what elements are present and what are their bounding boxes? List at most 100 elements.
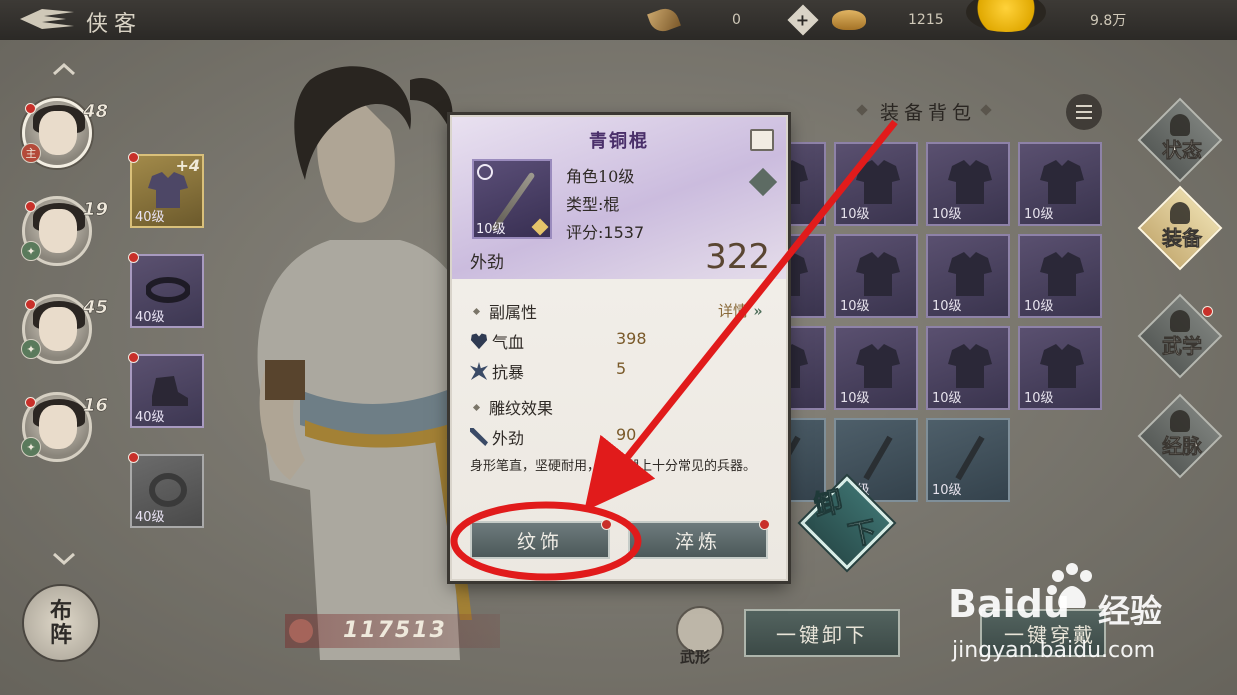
bag-item-level: 10级	[932, 207, 962, 222]
main-attribute-value: 322	[705, 237, 770, 277]
nav-label: 装备	[1162, 226, 1203, 251]
blade-icon	[470, 428, 488, 446]
gear-item-icon	[856, 252, 900, 296]
refine-button[interactable]: 淬炼	[628, 519, 770, 559]
item-name: 青铜棍	[589, 131, 649, 152]
sub-attributes-header: 副属性	[472, 299, 537, 323]
item-score-value: 1537	[603, 223, 645, 242]
formation-label-1: 布	[49, 598, 72, 624]
bag-item-level: 10级	[1024, 299, 1054, 314]
hero-avatar-3[interactable]: 45 ✦	[21, 294, 108, 364]
compare-icon[interactable]	[750, 129, 774, 151]
hero-role-badge: ✦	[21, 437, 41, 457]
magnify-icon[interactable]	[477, 164, 493, 180]
gear-item-icon	[1040, 160, 1084, 204]
gear-item-icon	[948, 160, 992, 204]
bag-item-level: 10级	[840, 207, 870, 222]
wuxing-label: 武形	[680, 648, 711, 666]
bag-item[interactable]: 10级	[926, 326, 1010, 410]
item-description: 身形笔直，坚硬耐用，乃江湖上十分常见的兵器。	[470, 459, 757, 474]
bag-item[interactable]: 10级	[834, 234, 918, 318]
chevron-down-icon[interactable]	[52, 552, 76, 566]
resource-leaf-value: 0	[732, 12, 741, 28]
slot-level: 40级	[135, 310, 165, 325]
bag-item[interactable]: 10级	[834, 326, 918, 410]
equip-slot-boots[interactable]: 40级	[128, 352, 204, 428]
notification-dot	[25, 299, 36, 310]
coin-icon	[966, 0, 1046, 32]
notification-dot	[1202, 306, 1213, 317]
gear-item-icon	[1040, 252, 1084, 296]
combat-power: 117513	[285, 614, 500, 648]
sub-attr-name: 抗暴	[492, 363, 525, 382]
gear-item-icon	[856, 160, 900, 204]
item-detail-popup: 青铜棍 10级 角色10级 类型:棍 评分:1537 外劲 322 副属性 详情…	[450, 115, 788, 581]
nav-label: 武学	[1162, 334, 1203, 359]
engrave-attr-name: 外劲	[492, 429, 525, 448]
nav-equipment[interactable]: 装备	[1137, 185, 1223, 271]
resource-bowl-value: 1215	[908, 12, 944, 28]
quality-star-icon	[531, 218, 549, 236]
resource-coin-value: 9.8万	[1090, 13, 1127, 29]
bag-item[interactable]: 10级	[926, 234, 1010, 318]
add-resource-button[interactable]: +	[787, 4, 819, 36]
equip-slot-ring[interactable]: 40级	[128, 452, 204, 528]
back-arrow-icon[interactable]	[18, 6, 76, 32]
item-icon: 10级	[472, 159, 552, 239]
engrave-button-label: 纹饰	[516, 530, 563, 553]
bag-item[interactable]: 10级	[834, 142, 918, 226]
unequip-all-button[interactable]: 一键卸下	[744, 609, 900, 657]
engrave-title: 雕纹效果	[489, 399, 554, 418]
robe-icon	[148, 172, 188, 208]
combat-power-value: 117513	[343, 618, 447, 643]
unequip-button[interactable]: 卸 下	[800, 476, 896, 572]
notification-dot	[128, 452, 139, 463]
page-title: 侠客	[86, 12, 143, 37]
main-hero-badge: 主	[21, 143, 41, 163]
nav-label: 经脉	[1162, 434, 1203, 459]
belt-icon	[146, 277, 190, 303]
bag-item[interactable]: 10级	[926, 418, 1010, 502]
bag-item[interactable]: 10级	[1018, 234, 1102, 318]
weapon-icon	[955, 435, 985, 481]
bag-item[interactable]: 10级	[1018, 142, 1102, 226]
bag-item[interactable]: 10级	[1018, 326, 1102, 410]
nav-martial-arts[interactable]: 武学	[1137, 293, 1223, 379]
sub-attr-row: 气血	[470, 329, 524, 353]
detail-label: 详情	[718, 302, 749, 320]
nav-label: 状态	[1162, 138, 1203, 163]
slot-level: 40级	[135, 210, 165, 225]
item-score: 评分:1537	[566, 223, 645, 242]
bag-item-level: 10级	[1024, 391, 1054, 406]
equip-slot-robe[interactable]: +4 40级	[128, 152, 204, 228]
engrave-button[interactable]: 纹饰	[470, 519, 612, 559]
nav-meridian[interactable]: 经脉	[1137, 393, 1223, 479]
nav-status[interactable]: 状态	[1137, 97, 1223, 183]
sub-attr-value: 5	[616, 359, 627, 378]
formation-button[interactable]: 布 阵	[22, 584, 100, 662]
notification-dot	[601, 519, 612, 530]
hero-avatar-4[interactable]: 16 ✦	[21, 392, 108, 462]
detail-link[interactable]: 详情 »	[718, 300, 763, 321]
chevron-up-icon[interactable]	[52, 62, 76, 76]
bag-title: 装备背包	[880, 102, 977, 124]
hero-level: 16	[83, 395, 109, 417]
gear-item-icon	[948, 252, 992, 296]
bag-item-level: 10级	[932, 299, 962, 314]
slot-level: 40级	[135, 510, 165, 525]
equip-slot-belt[interactable]: 40级	[128, 252, 204, 328]
sort-menu-button[interactable]	[1066, 94, 1102, 130]
bowl-icon	[832, 10, 866, 30]
bag-item[interactable]: 10级	[926, 142, 1010, 226]
watermark-brand: Baidu	[948, 582, 1070, 626]
burst-icon	[470, 362, 488, 380]
hero-level: 45	[83, 297, 109, 319]
hero-avatar-1[interactable]: 48 主	[21, 98, 108, 168]
heart-icon	[470, 333, 488, 350]
boots-icon	[152, 376, 188, 406]
resource-leaf	[647, 4, 681, 36]
ring-icon	[149, 473, 187, 507]
gear-item-icon	[1040, 344, 1084, 388]
item-score-label: 评分	[566, 223, 599, 242]
hero-avatar-2[interactable]: 19 ✦	[21, 196, 108, 266]
